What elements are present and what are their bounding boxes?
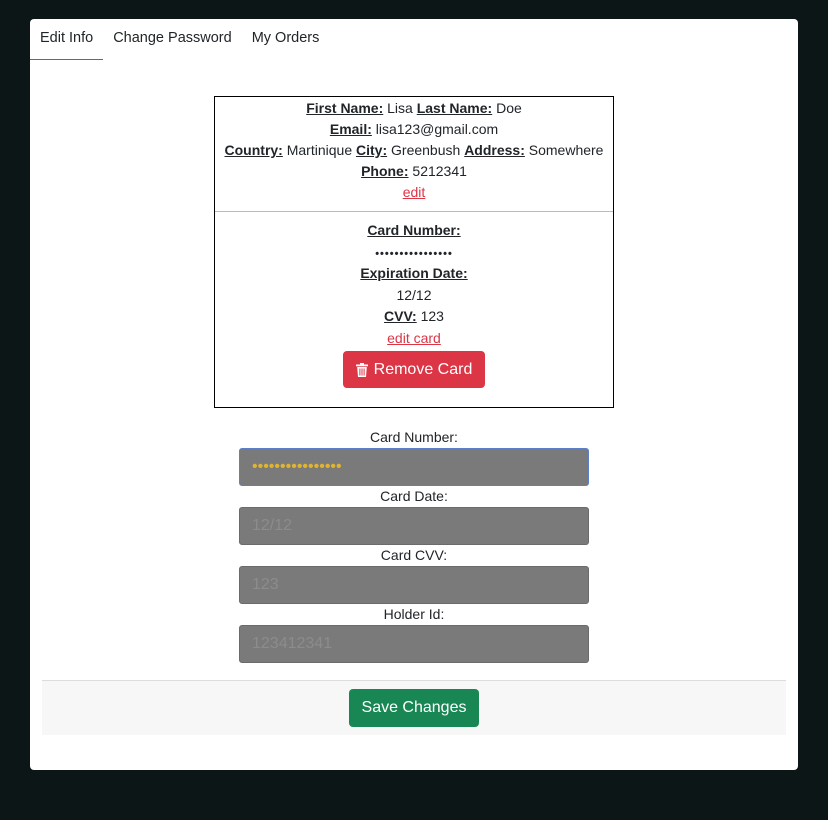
tab-change-password[interactable]: Change Password (103, 19, 242, 60)
card-number-field-label: Card Number: (370, 429, 458, 445)
card-number-input[interactable] (239, 448, 589, 486)
country-label: Country: (224, 142, 283, 158)
card-cvv-field-label: Card CVV: (380, 547, 448, 563)
remove-card-label: Remove Card (373, 360, 473, 378)
cvv-label: CVV: (384, 308, 417, 324)
holder-id-input[interactable] (239, 625, 589, 663)
card-info-section: Card Number: •••••••••••••••• Expiration… (215, 212, 613, 388)
first-name-label: First Name: (306, 100, 384, 116)
card-date-input[interactable] (239, 507, 589, 545)
expiration-value: 12/12 (396, 286, 432, 303)
first-name-value: Lisa (387, 100, 413, 116)
tab-bar: Edit Info Change Password My Orders (30, 19, 329, 60)
profile-card: Edit Info Change Password My Orders Firs… (30, 19, 798, 770)
country-value: Martinique (286, 142, 353, 158)
address-value: Somewhere (528, 142, 604, 158)
city-value: Greenbush (391, 142, 461, 158)
card-cvv-input[interactable] (239, 566, 589, 604)
holder-id-field-label: Holder Id: (383, 606, 445, 622)
form-footer: Save Changes (42, 680, 786, 735)
edit-info-link[interactable]: edit (403, 184, 426, 200)
phone-label: Phone: (361, 163, 409, 179)
expiration-label: Expiration Date: (360, 265, 468, 281)
address-label: Address: (464, 142, 525, 158)
card-date-field-label: Card Date: (380, 488, 448, 504)
card-number-label: Card Number: (367, 222, 461, 238)
last-name-value: Doe (496, 100, 522, 116)
card-number-masked: •••••••••••••••• (375, 247, 453, 260)
account-summary-box: First Name: Lisa Last Name: Doe Email: l… (214, 96, 614, 408)
save-changes-button[interactable]: Save Changes (348, 689, 480, 727)
edit-card-link[interactable]: edit card (387, 330, 441, 346)
email-label: Email: (329, 121, 372, 137)
tab-edit-info[interactable]: Edit Info (30, 19, 104, 60)
phone-value: 5212341 (412, 163, 467, 179)
personal-info-section: First Name: Lisa Last Name: Doe Email: l… (215, 97, 613, 212)
city-label: City: (356, 142, 388, 158)
trash-icon (355, 362, 368, 377)
tab-my-orders[interactable]: My Orders (242, 19, 330, 60)
email-value: lisa123@gmail.com (375, 121, 499, 137)
remove-card-button[interactable]: Remove Card (342, 351, 486, 388)
last-name-label: Last Name: (416, 100, 493, 116)
cvv-value: 123 (420, 308, 444, 324)
card-edit-form: Card Number: Card Date: Card CVV: Holder… (239, 427, 589, 663)
